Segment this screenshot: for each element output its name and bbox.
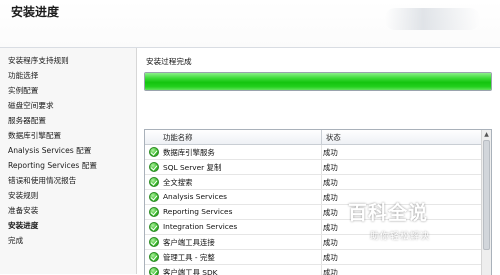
feature-name: SQL Server 复制 — [163, 163, 222, 172]
scroll-thumb[interactable] — [483, 140, 490, 250]
column-divider[interactable] — [321, 130, 322, 144]
sidebar-item-error-reporting[interactable]: 错误和使用情况报告 — [8, 175, 76, 186]
table-row[interactable]: 客户端工具连接 成功 — [145, 235, 481, 250]
sidebar-item-install-rules[interactable]: 安装规则 — [8, 190, 38, 201]
column-header-feature-name[interactable]: 功能名称 — [163, 132, 193, 143]
table-row[interactable]: Analysis Services 成功 — [145, 190, 481, 205]
success-check-icon — [149, 162, 159, 172]
feature-status: 成功 — [323, 238, 338, 247]
feature-status: 成功 — [323, 208, 338, 217]
cell-divider — [321, 220, 322, 234]
sidebar-item-instance-config[interactable]: 实例配置 — [8, 85, 38, 96]
success-check-icon — [149, 192, 159, 202]
install-progress-bar — [144, 72, 492, 91]
table-row[interactable]: Integration Services 成功 — [145, 220, 481, 235]
table-row[interactable]: SQL Server 复制 成功 — [145, 160, 481, 175]
feature-status: 成功 — [323, 148, 338, 157]
sidebar-item-disk-space[interactable]: 磁盘空间要求 — [8, 100, 54, 111]
table-row[interactable]: 管理工具 - 完整 成功 — [145, 250, 481, 265]
cell-divider — [321, 235, 322, 249]
feature-status: 成功 — [323, 253, 338, 262]
cell-divider — [321, 250, 322, 264]
table-row[interactable]: 数据库引擎服务 成功 — [145, 145, 481, 160]
feature-status: 成功 — [323, 163, 338, 172]
install-status-text: 安装过程完成 — [146, 57, 192, 66]
cell-divider — [321, 205, 322, 219]
success-check-icon — [149, 222, 159, 232]
feature-name: 数据库引擎服务 — [163, 148, 215, 157]
chevron-up-icon[interactable]: ▲ — [482, 130, 491, 139]
sidebar-item-server-config[interactable]: 服务器配置 — [8, 115, 46, 126]
success-check-icon — [149, 252, 159, 262]
sidebar: 安装程序支持规则 功能选择 实例配置 磁盘空间要求 服务器配置 数据库引擎配置 … — [0, 48, 137, 274]
main-panel: 安装过程完成 功能名称 状态 数据库引擎服务 成功 SQL Server 复制 … — [137, 48, 500, 275]
sidebar-item-db-engine-config[interactable]: 数据库引擎配置 — [8, 130, 61, 141]
feature-status: 成功 — [323, 223, 338, 232]
cell-divider — [321, 160, 322, 174]
table-header: 功能名称 状态 — [145, 130, 481, 145]
feature-name: Reporting Services — [163, 207, 233, 216]
success-check-icon — [149, 207, 159, 217]
feature-status-table: 功能名称 状态 数据库引擎服务 成功 SQL Server 复制 成功 全文搜索… — [144, 129, 492, 275]
table-row[interactable]: 全文搜索 成功 — [145, 175, 481, 190]
page-title: 安装进度 — [11, 5, 60, 19]
cell-divider — [321, 175, 322, 189]
banner-decoration — [385, 8, 480, 30]
success-check-icon — [149, 177, 159, 187]
success-check-icon — [149, 147, 159, 157]
cell-divider — [321, 145, 322, 159]
feature-status: 成功 — [323, 178, 338, 187]
feature-name: 管理工具 - 完整 — [163, 253, 215, 262]
watermark-title: 百科全说 — [348, 202, 429, 224]
table-scrollbar[interactable]: ▲ — [481, 130, 491, 275]
table-row[interactable]: Reporting Services 成功 — [145, 205, 481, 220]
progress-fill — [145, 73, 491, 90]
feature-status: 成功 — [323, 193, 338, 202]
feature-name: Integration Services — [163, 222, 238, 231]
sidebar-item-reporting-services-config[interactable]: Reporting Services 配置 — [8, 160, 97, 171]
sidebar-item-install-progress[interactable]: 安装进度 — [8, 220, 38, 231]
sidebar-item-feature-selection[interactable]: 功能选择 — [8, 70, 38, 81]
cell-divider — [321, 190, 322, 204]
success-check-icon — [149, 237, 159, 247]
sidebar-item-analysis-services-config[interactable]: Analysis Services 配置 — [8, 145, 91, 156]
feature-name: 客户端工具连接 — [163, 238, 215, 247]
feature-name: Analysis Services — [163, 192, 227, 201]
watermark-subtitle: 助你轻松解决 — [370, 232, 431, 242]
feature-name: 全文搜索 — [163, 178, 193, 187]
sidebar-item-complete[interactable]: 完成 — [8, 235, 23, 246]
column-header-status[interactable]: 状态 — [326, 132, 341, 143]
header-banner: 安装进度 — [0, 0, 500, 48]
sidebar-item-ready-to-install[interactable]: 准备安装 — [8, 205, 38, 216]
sidebar-item-setup-support-rules[interactable]: 安装程序支持规则 — [8, 55, 69, 66]
